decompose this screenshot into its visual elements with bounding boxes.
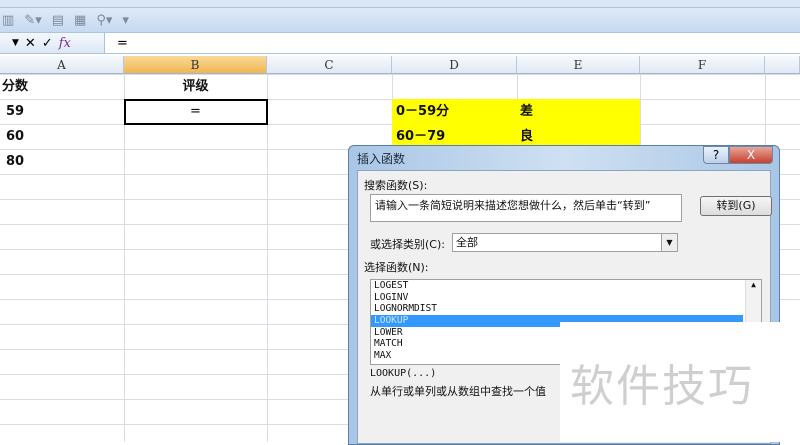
function-item[interactable]: LOGEST [371,280,761,292]
function-description: 从单行或单列或从数组中查找一个值 [370,385,546,398]
chart-icon[interactable]: ▥ [2,13,14,28]
column-header-f[interactable]: F [640,56,765,74]
scroll-up-icon[interactable]: ▲ [751,280,756,289]
cell-a4[interactable]: 80 [6,149,24,174]
function-item[interactable]: LOGINV [371,292,761,304]
zoom-icon[interactable]: ⚲▾ [96,13,112,28]
category-select[interactable]: 全部 ▼ [452,233,678,252]
function-item[interactable]: LOGNORMDIST [371,303,761,315]
cell-e2[interactable]: 差 [520,99,533,124]
search-function-input[interactable]: 请输入一条简短说明来描述您想做什么，然后单击“转到” [370,194,682,222]
search-label: 搜索函数(S): [364,179,428,192]
cell-b1[interactable]: 评级 [124,74,267,99]
ribbon-strip [0,0,800,8]
goto-button[interactable]: 转到(G) [700,196,772,216]
dialog-title: 插入函数 [357,152,406,166]
column-header-a[interactable]: A [0,56,124,74]
category-value: 全部 [456,236,478,249]
column-header-g[interactable] [765,56,800,74]
sheet-icon[interactable]: ▦ [74,13,86,28]
dropdown-arrow-icon[interactable]: ▼ [661,234,677,251]
cell-a3[interactable]: 60 [6,124,24,149]
formula-input[interactable]: = [105,36,128,51]
quick-toolbar: ▥ ✎▾ ▤ ▦ ⚲▾ ▾ [0,8,800,32]
watermark: 软件技巧 [560,322,800,442]
column-header-d[interactable]: D [392,56,517,74]
cell-a2[interactable]: 59 [6,99,24,124]
help-button[interactable]: ? [703,146,729,164]
category-label: 或选择类别(C): [370,238,445,251]
column-header-c[interactable]: C [267,56,392,74]
column-header-b[interactable]: B [124,56,267,74]
namebox-dropdown-icon[interactable]: ▼ [12,38,19,48]
column-header-e[interactable]: E [517,56,640,74]
close-button[interactable]: X [729,146,773,164]
edit-icon[interactable]: ✎▾ [24,13,41,28]
enter-icon[interactable]: ✓ [42,36,53,51]
cancel-icon[interactable]: ✕ [25,36,36,51]
form-icon[interactable]: ▤ [52,13,64,28]
function-signature: LOOKUP(...) [370,368,437,379]
watermark-text: 软件技巧 [570,361,754,412]
active-cell[interactable] [124,99,268,125]
fx-icon[interactable]: fx [59,36,71,51]
functions-label: 选择函数(N): [364,261,429,274]
cell-d2[interactable]: 0－59分 [396,99,449,124]
cell-a1[interactable]: 分数 [2,74,28,99]
formula-bar: ▼ ✕ ✓ fx = [0,32,800,54]
customize-icon[interactable]: ▾ [122,13,129,28]
